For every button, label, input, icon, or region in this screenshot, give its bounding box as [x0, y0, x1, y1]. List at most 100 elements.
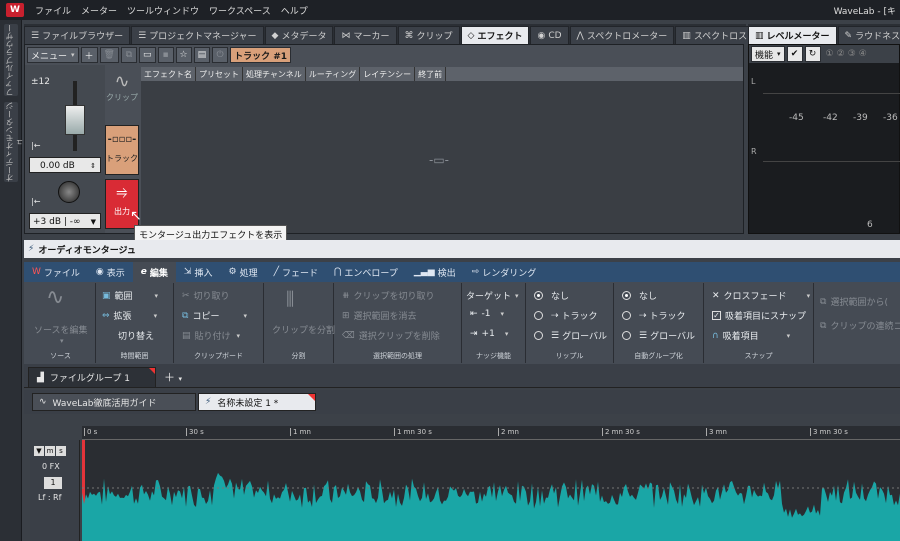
pan-knob[interactable]: [58, 181, 80, 203]
ribbon-tab-edit[interactable]: e 編集: [132, 262, 176, 282]
target-dropdown[interactable]: ターゲット ▾: [466, 289, 519, 303]
nudge-minus-button[interactable]: ⇤ -1 ▾: [470, 309, 504, 319]
track-routing[interactable]: Lf : Rf: [38, 493, 61, 502]
col-end[interactable]: 終了前: [415, 67, 447, 81]
save-button[interactable]: ▪: [157, 47, 174, 63]
paste-button[interactable]: ▤ 貼り付け ▾: [182, 329, 240, 343]
track-menu-button[interactable]: ▼: [34, 446, 44, 456]
spin-icon: ⇕: [90, 162, 96, 170]
toggle-button[interactable]: 切り替え: [118, 329, 154, 342]
menu-meter[interactable]: メーター: [76, 4, 122, 17]
solo-button[interactable]: s: [56, 446, 66, 456]
menu-bar: W ファイル メーター ツールウィンドウ ワークスペース ヘルプ WaveLab…: [0, 0, 900, 20]
track-label-button[interactable]: トラック #1: [230, 47, 292, 63]
fader-min-icon: |←: [31, 141, 41, 150]
ripple-none-radio[interactable]: なし: [534, 289, 569, 302]
ribbon-tab-view[interactable]: ◉ 表示: [88, 262, 133, 282]
add-effect-button[interactable]: ＋: [80, 47, 98, 63]
col-effect-name[interactable]: エフェクト名: [141, 67, 196, 81]
col-channel[interactable]: 処理チャンネル: [243, 67, 306, 81]
autogroup-none-radio[interactable]: なし: [622, 289, 657, 302]
favorite-button[interactable]: ☆: [175, 47, 192, 63]
notes-button[interactable]: ▤: [193, 47, 211, 63]
menu-tool-windows[interactable]: ツールウィンドウ: [122, 4, 204, 17]
file-group-tab[interactable]: ▟ ファイルグループ 1: [28, 367, 156, 387]
menu-file[interactable]: ファイル: [30, 4, 76, 17]
tab-file-browser[interactable]: ☰ ファイルブラウザー: [24, 26, 131, 44]
tab-loudness-meter[interactable]: ✎ラウドネスメ: [837, 26, 900, 44]
mute-button[interactable]: m: [45, 446, 55, 456]
ripple-global-radio[interactable]: ☰ グローバル: [534, 329, 607, 342]
tab-spectrometer[interactable]: ⋀ スペクトロメーター: [569, 26, 675, 44]
preset-3-button[interactable]: ③: [848, 49, 856, 59]
autogroup-global-radio[interactable]: ☰ グローバル: [622, 329, 695, 342]
ribbon-tab-fade[interactable]: ╱ フェード: [266, 262, 326, 282]
preset-4-button[interactable]: ④: [859, 49, 867, 59]
sidebar-item-audio-montage[interactable]: オーディオモンタージュ: [4, 102, 25, 182]
clear-selection-button[interactable]: ⊞ 選択範囲を消去: [342, 309, 417, 323]
ribbon-tab-insert[interactable]: ⇲ 挿入: [176, 262, 221, 282]
add-group-button[interactable]: ＋ ▾: [164, 369, 182, 385]
col-routing[interactable]: ルーティング: [306, 67, 361, 81]
menu-workspace[interactable]: ワークスペース: [204, 4, 276, 17]
extend-button[interactable]: ⇔ 拡張 ▾: [102, 309, 157, 323]
col-preset[interactable]: プリセット: [196, 67, 243, 81]
delete-effect-button[interactable]: 🗑: [99, 47, 119, 63]
track-number[interactable]: 1: [44, 477, 62, 489]
meter-reset-button[interactable]: ↻: [804, 46, 821, 62]
gain-fader-handle[interactable]: [65, 105, 85, 135]
ribbon-tab-process[interactable]: ⚙ 処理: [220, 262, 265, 282]
edit-source-button[interactable]: ソースを編集: [34, 323, 88, 336]
menu-help[interactable]: ヘルプ: [276, 4, 313, 17]
pan-mode-select[interactable]: +3 dB | -∞ ▼: [29, 213, 101, 229]
cut-clip-button[interactable]: ⧻ クリップを切り取り: [342, 289, 435, 303]
wavelab-logo-icon[interactable]: W: [6, 3, 24, 17]
copy-button[interactable]: ⧉ コピー ▾: [182, 309, 247, 323]
ribbon-tab-envelope[interactable]: ⋂ エンベロープ: [326, 262, 406, 282]
nudge-plus-button[interactable]: ⇥ +1 ▾: [470, 329, 508, 339]
tab-metadata[interactable]: ◆ メタデータ: [264, 26, 334, 44]
col-latency[interactable]: レイテンシー: [360, 67, 416, 81]
open-folder-button[interactable]: ▭: [138, 47, 156, 63]
tab-effects[interactable]: ◇ エフェクト: [460, 26, 530, 44]
tab-clips[interactable]: ⌘ クリップ: [397, 26, 460, 44]
preset-2-button[interactable]: ②: [837, 49, 845, 59]
effects-menu-button[interactable]: メニュー ▾: [27, 47, 79, 63]
timeline-ruler[interactable]: 0 s 30 s 1 mn 1 mn 30 s 2 mn 2 mn 30 s 3…: [82, 426, 900, 440]
tab-markers[interactable]: ⋈ マーカー: [334, 26, 397, 44]
track-effects-button[interactable]: -▫▫▫- トラック: [105, 125, 139, 175]
tab-cd[interactable]: ◉ CD: [530, 26, 569, 44]
from-selection-button[interactable]: ⧉ 選択範囲から(: [820, 295, 888, 309]
clip-continuous-button[interactable]: ⧉ クリップの連続コ: [820, 319, 900, 333]
ruler-tick: 1 mn 30 s: [394, 428, 432, 436]
save-icon: ▪: [162, 50, 169, 60]
crossfade-button[interactable]: ✕ クロスフェード ▾: [712, 289, 810, 303]
route-button[interactable]: ⧉: [120, 47, 137, 63]
doc-tab-untitled[interactable]: ⚡ 名称未設定 1 *: [198, 393, 316, 411]
meter-function-menu[interactable]: 機能 ▾: [751, 46, 785, 62]
ribbon-tab-detect[interactable]: ▁▃▅ 検出: [406, 262, 464, 282]
chevron-down-icon: ▾: [500, 310, 505, 318]
meter-check-button[interactable]: ✔: [786, 46, 803, 62]
autogroup-track-radio[interactable]: ⇢ トラック: [622, 309, 686, 322]
split-clip-button[interactable]: クリップを分割: [272, 323, 335, 336]
doc-tab-guide[interactable]: ∿ WaveLab徹底活用ガイド: [32, 393, 196, 411]
sidebar-item-file-browser[interactable]: ファイルブラウザー: [4, 24, 18, 96]
power-button[interactable]: ⏻: [212, 47, 229, 63]
snap-item-button[interactable]: ∩ 吸着項目 ▾: [712, 329, 790, 343]
range-button[interactable]: ▣ 範囲 ▾: [102, 289, 158, 303]
route-icon: ⧉: [125, 50, 133, 60]
ripple-track-radio[interactable]: ⇢ トラック: [534, 309, 598, 322]
track-lane[interactable]: [82, 440, 900, 541]
delete-clips-button[interactable]: ⌫ 選択クリップを削除: [342, 329, 440, 343]
ribbon-tab-render[interactable]: ⇨ レンダリング: [464, 262, 545, 282]
snap-to-items-checkbox[interactable]: ✓ 吸着項目にスナップ: [712, 309, 806, 322]
clip-effects-button[interactable]: ∿ クリップ: [105, 71, 139, 121]
preset-1-button[interactable]: ①: [826, 49, 834, 59]
gain-value-field[interactable]: 0.00 dB ⇕: [29, 157, 101, 173]
ribbon-tab-file[interactable]: W ファイル: [24, 262, 88, 282]
tab-level-meter[interactable]: ▥ レベルメーター: [748, 26, 837, 44]
cut-button[interactable]: ✂ 切り取り: [182, 289, 230, 303]
track-fx-count[interactable]: 0 FX: [42, 462, 60, 471]
tab-project-manager[interactable]: ☰ プロジェクトマネージャー: [131, 26, 264, 44]
